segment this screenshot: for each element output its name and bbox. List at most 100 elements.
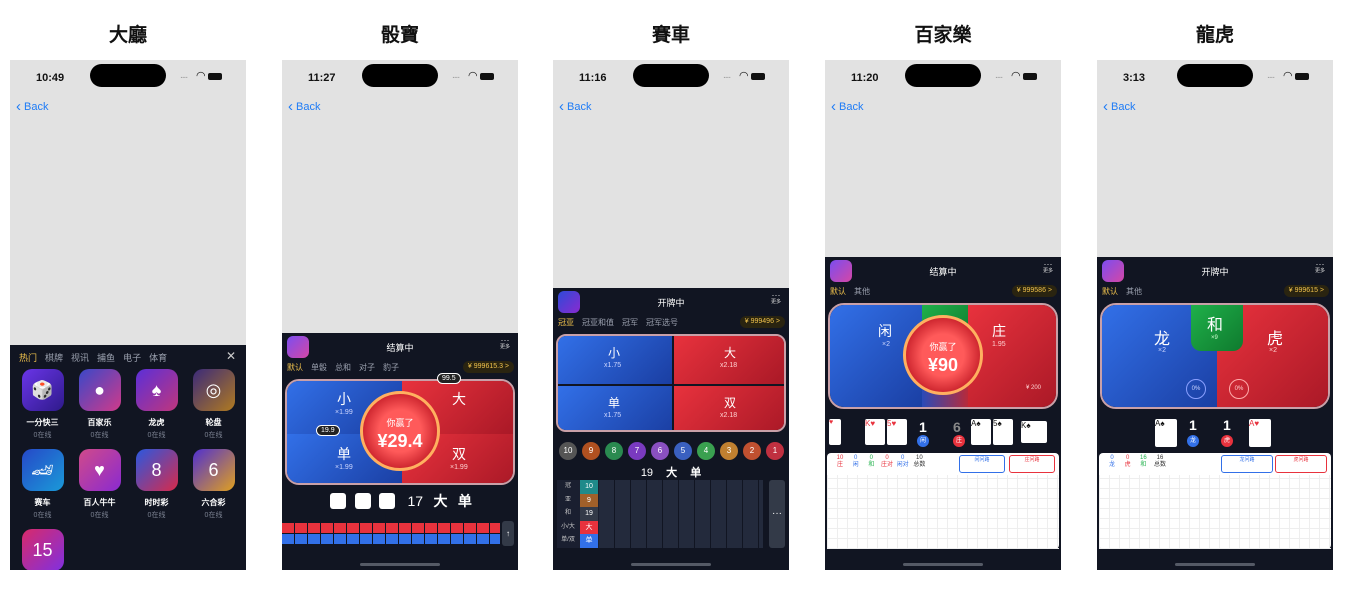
more-button[interactable]: ··· 更多 (1043, 260, 1053, 275)
baccarat-sheet: 结算中 ···更多 默认 其他 ¥ 999586 > 闲 ×2 和 庄 1.95 (825, 257, 1061, 570)
tab-champion-number[interactable]: 冠军选号 (646, 317, 678, 328)
bet-board: 龙 ×2 0% 虎 ×2 0% 和 ×9 (1100, 303, 1330, 409)
banker-score: 6 (953, 419, 961, 435)
bet-board: 小 x1.75 大 x2.18 单 x1.75 双 x2.18 (556, 334, 786, 432)
game-tile-dragon[interactable]: ♠ 龙虎 0在线 (128, 369, 185, 449)
game-tile-roulette[interactable]: ◎ 轮盘 0在线 (185, 369, 242, 449)
signal-icon: .... (723, 70, 731, 81)
battery-icon (208, 73, 222, 80)
cards-icon: ♠ (135, 369, 178, 411)
tab-fishing[interactable]: 捕鱼 (97, 351, 115, 364)
tab-sum[interactable]: 总和 (335, 362, 351, 373)
balance-pill[interactable]: ¥ 999496 > (739, 316, 785, 328)
cards-icon: ♥ (78, 449, 121, 491)
game-tile-baccarat[interactable]: ● 百家乐 0在线 (71, 369, 128, 449)
more-road-button[interactable]: ··· (769, 480, 785, 548)
win-badge: 你赢了 ¥90 (903, 315, 983, 395)
tab-hot[interactable]: 热门 (19, 351, 37, 364)
tab-slots[interactable]: 电子 (123, 351, 141, 364)
road-map: 0龙 0虎 16 和 16 总数 龙问路 虎问路 (1099, 453, 1331, 549)
ask-banker-button[interactable]: 庄问路 (1009, 455, 1055, 473)
tab-default[interactable]: 默认 (1102, 286, 1118, 297)
dynamic-island (905, 64, 981, 87)
dice-column: 骰寶 11:27 .... ◠ ‹ Back 结算中 ··· 更多 默认 单骰 总和… (282, 0, 518, 599)
tab-default[interactable]: 默认 (287, 362, 303, 373)
tab-champion[interactable]: 冠军 (622, 317, 638, 328)
clock: 10:49 (36, 72, 65, 84)
bet-odd[interactable]: 单 x1.75 (558, 386, 672, 430)
tab-cards[interactable]: 棋牌 (45, 351, 63, 364)
payout-bubble: 19.9 (316, 425, 340, 436)
racecar-icon: 🏎 (21, 449, 64, 491)
bet-tie[interactable]: 和 ×9 (1191, 305, 1243, 351)
lobby-column: 大廳 10:49 .... ◠ ‹ Back 热门 棋牌 视讯 捕鱼 电子 体育 … (10, 0, 246, 599)
tiger-tag: 虎 (1221, 435, 1233, 447)
column-title: 龍虎 (1195, 24, 1234, 46)
column-title: 百家樂 (914, 24, 972, 46)
game-header: 结算中 ··· 更多 (825, 257, 1061, 283)
back-button[interactable]: ‹ Back (1103, 98, 1135, 115)
lobby-sheet: 热门 棋牌 视讯 捕鱼 电子 体育 ✕ 🎲 一分快三 0在线 ● 百家乐 0在线 (10, 345, 246, 570)
balance-pill[interactable]: ¥ 999615.3 > (462, 361, 514, 373)
ask-tiger-button[interactable]: 虎问路 (1275, 455, 1327, 473)
battery-icon (1295, 73, 1309, 80)
tab-triple[interactable]: 豹子 (383, 362, 399, 373)
tab-top-two-sum[interactable]: 冠亚和值 (582, 317, 614, 328)
cards-area: ♥ K♥ 5♥ 1 闲 6 庄 A♠ 5♠ K♠ (825, 417, 1061, 449)
chevron-left-icon: ‹ (16, 98, 21, 115)
wifi-icon: ◠ (1011, 70, 1021, 82)
road-stats: 10 庄 0闲 0和 0 庄对 0 闲对 10 总数 (836, 455, 926, 468)
die-icon (378, 493, 395, 509)
round-status: 结算中 (386, 343, 414, 353)
game-tile-k3[interactable]: 🎲 一分快三 0在线 (14, 369, 71, 449)
bet-small[interactable]: 小 x1.75 (558, 336, 672, 384)
back-button[interactable]: ‹ Back (831, 98, 863, 115)
expand-arrow-icon[interactable]: ↑ (502, 521, 514, 546)
more-button[interactable]: ··· 更多 (771, 291, 781, 306)
baccarat-column: 百家樂 11:20 .... ◠ ‹ Back 结算中 ··· 更多 默认 其他 ¥… (825, 0, 1061, 599)
more-button[interactable]: ··· 更多 (500, 336, 510, 351)
clock: 11:20 (851, 72, 879, 84)
game-header: 开牌中 ··· 更多 (553, 288, 789, 314)
game-header: 开牌中 ··· 更多 (1097, 257, 1333, 283)
balance-pill[interactable]: ¥ 999615 > (1283, 285, 1329, 297)
close-icon[interactable]: ✕ (226, 349, 236, 363)
balance-pill[interactable]: ¥ 999586 > (1011, 285, 1057, 297)
back-button[interactable]: ‹ Back (288, 98, 320, 115)
more-button[interactable]: ··· 更多 (1315, 260, 1325, 275)
tab-sports[interactable]: 体育 (149, 351, 167, 364)
ball-icon: 7 (628, 442, 646, 460)
playing-card: 5♠ (993, 419, 1013, 445)
dragon-sheet: 开牌中 ··· 更多 默认 其他 ¥ 999615 > 龙 ×2 0% 虎 ×2 … (1097, 257, 1333, 570)
tab-single[interactable]: 单骰 (311, 362, 327, 373)
road-row-size (282, 523, 500, 533)
game-tile-race[interactable]: 🏎 赛车 0在线 (14, 449, 71, 529)
playing-card: ♥ (829, 419, 841, 445)
tab-top-two[interactable]: 冠亚 (558, 317, 574, 328)
playing-card: A♠ (971, 419, 991, 445)
back-button[interactable]: ‹ Back (559, 98, 591, 115)
bet-even[interactable]: 双 x2.18 (674, 386, 784, 430)
game-tile-ssc[interactable]: 8 时时彩 0在线 (128, 449, 185, 529)
game-tile-niuniu[interactable]: ♥ 百人牛牛 0在线 (71, 449, 128, 529)
game-tile-more[interactable]: 15 (14, 529, 71, 570)
playing-card: A♥ (1249, 419, 1271, 447)
back-button[interactable]: ‹ Back (16, 98, 48, 115)
ask-dragon-button[interactable]: 龙问路 (1221, 455, 1273, 473)
chevron-left-icon: ‹ (559, 98, 564, 115)
signal-icon: .... (995, 70, 1003, 81)
home-indicator (360, 563, 440, 566)
game-tile-marksix[interactable]: 6 六合彩 0在线 (185, 449, 242, 529)
phone-screen: 11:16 .... ◠ ‹ Back 开牌中 ··· 更多 冠亚 冠亚和值 冠军 … (553, 60, 789, 570)
dragon-score: 1 (1189, 417, 1197, 433)
ask-player-button[interactable]: 闲问路 (959, 455, 1005, 473)
tab-default[interactable]: 默认 (830, 286, 846, 297)
playing-card: K♠ (1021, 421, 1047, 443)
tab-pair[interactable]: 对子 (359, 362, 375, 373)
tab-live[interactable]: 视讯 (71, 351, 89, 364)
bet-big[interactable]: 大 x2.18 (674, 336, 784, 384)
tab-other[interactable]: 其他 (854, 286, 870, 297)
battery-icon (480, 73, 494, 80)
lottery-ball-icon: 15 (21, 529, 64, 570)
tab-other[interactable]: 其他 (1126, 286, 1142, 297)
